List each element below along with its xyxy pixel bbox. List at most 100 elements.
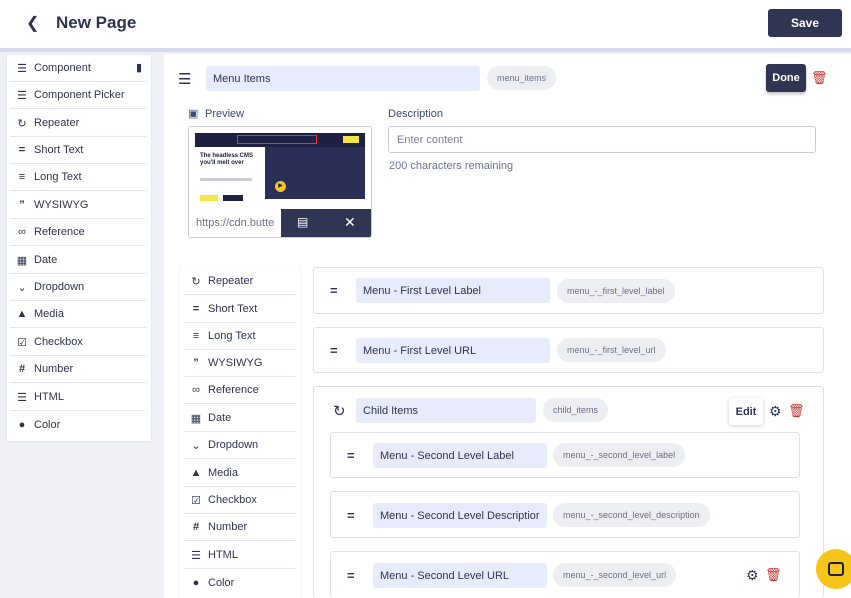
sidebar-item-label: Date	[208, 412, 232, 424]
sidebar-item-date[interactable]: ▦ Date	[184, 405, 296, 432]
sidebar-item-label: Media	[34, 308, 64, 320]
page-title: New Page	[56, 13, 137, 32]
gear-icon[interactable]: ⚙	[769, 403, 782, 420]
sidebar-item-label: Color	[34, 418, 61, 431]
media-icon: ▲	[16, 308, 28, 320]
description-label: Description	[388, 108, 444, 120]
preview-headline: The headless CMS you'll melt over	[200, 153, 254, 166]
component-name-input[interactable]: Menu Items	[206, 66, 480, 91]
layers-icon: ☰	[178, 71, 192, 88]
sidebar-item-checkbox[interactable]: ☑ Checkbox	[10, 329, 146, 356]
field-key-badge: menu_-_second_level_label	[553, 443, 686, 467]
sidebar-item-label: HTML	[208, 549, 238, 561]
sidebar-item-label: Checkbox	[208, 494, 257, 506]
sidebar-item-repeater[interactable]: ↻ Repeater	[184, 268, 296, 295]
repeater-key-badge: child_items	[543, 398, 609, 422]
short-text-icon: =	[192, 303, 200, 315]
preview-nav-highlight	[237, 135, 317, 144]
gear-icon[interactable]: ⚙	[746, 567, 759, 584]
child-field-card[interactable]: = Menu - Second Level Label menu_-_secon…	[330, 432, 800, 478]
sidebar-item-repeater[interactable]: ↻ Repeater	[10, 110, 146, 137]
quote-icon: ”	[193, 357, 199, 369]
sidebar-item-color[interactable]: ● Color	[184, 569, 296, 596]
sidebar-item-reference[interactable]: ∞ Reference	[10, 219, 146, 246]
component-picker-icon: ☰	[17, 89, 27, 102]
play-icon: ▶	[275, 181, 286, 192]
save-button[interactable]: Save	[768, 9, 842, 37]
description-input[interactable]: Enter content	[388, 126, 816, 153]
sidebar-item-date[interactable]: ▦ Date	[10, 247, 146, 274]
field-card[interactable]: = Menu - First Level URL menu_-_first_le…	[313, 327, 824, 373]
sidebar-item-number[interactable]: # Number	[10, 356, 146, 383]
field-name-input[interactable]: Menu - Second Level URL	[373, 563, 547, 588]
sidebar-item-html[interactable]: ☰ HTML	[10, 384, 146, 411]
field-name-input[interactable]: Menu - First Level URL	[356, 338, 550, 363]
sidebar-item-wysiwyg[interactable]: ” WYSIWYG	[184, 350, 296, 377]
repeater-name-input[interactable]: Child Items	[356, 398, 536, 423]
field-name-input[interactable]: Menu - First Level Label	[356, 278, 550, 303]
characters-remaining: 200 characters remaining	[389, 160, 514, 172]
field-name-input[interactable]: Menu - Second Level Label	[373, 443, 547, 468]
sidebar-item-label: Reference	[34, 226, 85, 238]
child-field-card[interactable]: = Menu - Second Level URL menu_-_second_…	[330, 551, 800, 598]
preview-url: https://cdn.butte	[196, 217, 275, 229]
sidebar-item-label: Component	[34, 62, 91, 74]
calendar-icon: ▦	[190, 412, 202, 425]
sidebar-item-dropdown[interactable]: ⌄ Dropdown	[10, 274, 146, 301]
sidebar-item-label: Checkbox	[34, 336, 83, 348]
chat-launcher[interactable]	[816, 549, 851, 589]
sidebar-item-component-picker[interactable]: ☰ Component Picker	[10, 82, 146, 109]
layers-icon: ☰	[17, 62, 27, 75]
sidebar-item-component[interactable]: ☰ Component ▮	[10, 55, 146, 82]
sidebar-item-label: Short Text	[34, 144, 84, 156]
sidebar-item-dropdown[interactable]: ⌄ Dropdown	[184, 432, 296, 459]
sidebar-item-wysiwyg[interactable]: ” WYSIWYG	[10, 192, 146, 219]
preview-cta	[343, 136, 359, 143]
image-icon: ▣	[188, 108, 199, 120]
close-icon[interactable]: ✕	[344, 214, 356, 231]
sidebar-item-color[interactable]: ● Color	[10, 411, 146, 438]
field-card[interactable]: = Menu - First Level Label menu_-_first_…	[313, 267, 824, 314]
sidebar-item-label: Long Text	[34, 171, 82, 183]
chat-icon	[828, 562, 844, 576]
short-text-icon: =	[347, 448, 355, 463]
sidebar-item-label: Date	[34, 254, 58, 266]
preview-label: Preview	[205, 108, 245, 120]
sidebar-item-label: Component Picker	[34, 89, 125, 101]
sidebar-item-short-text[interactable]: = Short Text	[10, 137, 146, 164]
sidebar-item-short-text[interactable]: = Short Text	[184, 296, 296, 323]
trash-icon[interactable]: 🗑	[788, 403, 805, 419]
field-type-sidebar: ☰ Component ▮ ☰ Component Picker ↻ Repeater …	[7, 55, 151, 441]
sidebar-item-media[interactable]: ▲ Media	[184, 460, 296, 487]
sidebar-item-html[interactable]: ☰ HTML	[184, 542, 296, 569]
preview-actions: ▤ ✕	[281, 209, 371, 237]
repeat-icon: ↻	[333, 403, 346, 420]
preview-image[interactable]: The headless CMS you'll melt over ▶ http…	[188, 126, 372, 238]
book-icon[interactable]: ▮	[136, 61, 142, 74]
done-button[interactable]: Done	[766, 64, 806, 92]
checkbox-icon: ☑	[191, 494, 201, 507]
edit-button[interactable]: Edit	[729, 398, 763, 425]
field-name-input[interactable]: Menu - Second Level Descriptior	[373, 503, 547, 528]
image-replace-icon[interactable]: ▤	[297, 215, 308, 229]
child-field-card[interactable]: = Menu - Second Level Descriptior menu_-…	[330, 491, 800, 538]
sidebar-item-long-text[interactable]: ≡ Long Text	[10, 164, 146, 191]
sidebar-item-media[interactable]: ▲ Media	[10, 301, 146, 328]
preview-button-secondary	[223, 195, 243, 201]
short-text-icon: =	[330, 343, 338, 358]
sidebar-item-checkbox[interactable]: ☑ Checkbox	[184, 487, 296, 514]
media-icon: ▲	[190, 467, 202, 479]
field-key-badge: menu_-_first_level_label	[557, 279, 675, 303]
trash-icon[interactable]: 🗑	[765, 567, 782, 583]
sidebar-item-label: Repeater	[34, 117, 80, 129]
sidebar-item-number[interactable]: # Number	[184, 514, 296, 541]
sidebar-item-label: Dropdown	[34, 281, 85, 293]
sidebar-item-label: Number	[34, 363, 74, 375]
trash-icon[interactable]: 🗑	[811, 70, 828, 86]
field-key-badge: menu_-_second_level_description	[553, 503, 710, 527]
sidebar-item-long-text[interactable]: ≡ Long Text	[184, 323, 296, 350]
back-icon[interactable]: ❮	[26, 13, 42, 33]
sidebar-item-label: Reference	[208, 384, 259, 396]
sidebar-item-reference[interactable]: ∞ Reference	[184, 377, 296, 404]
short-text-icon: =	[330, 283, 338, 298]
